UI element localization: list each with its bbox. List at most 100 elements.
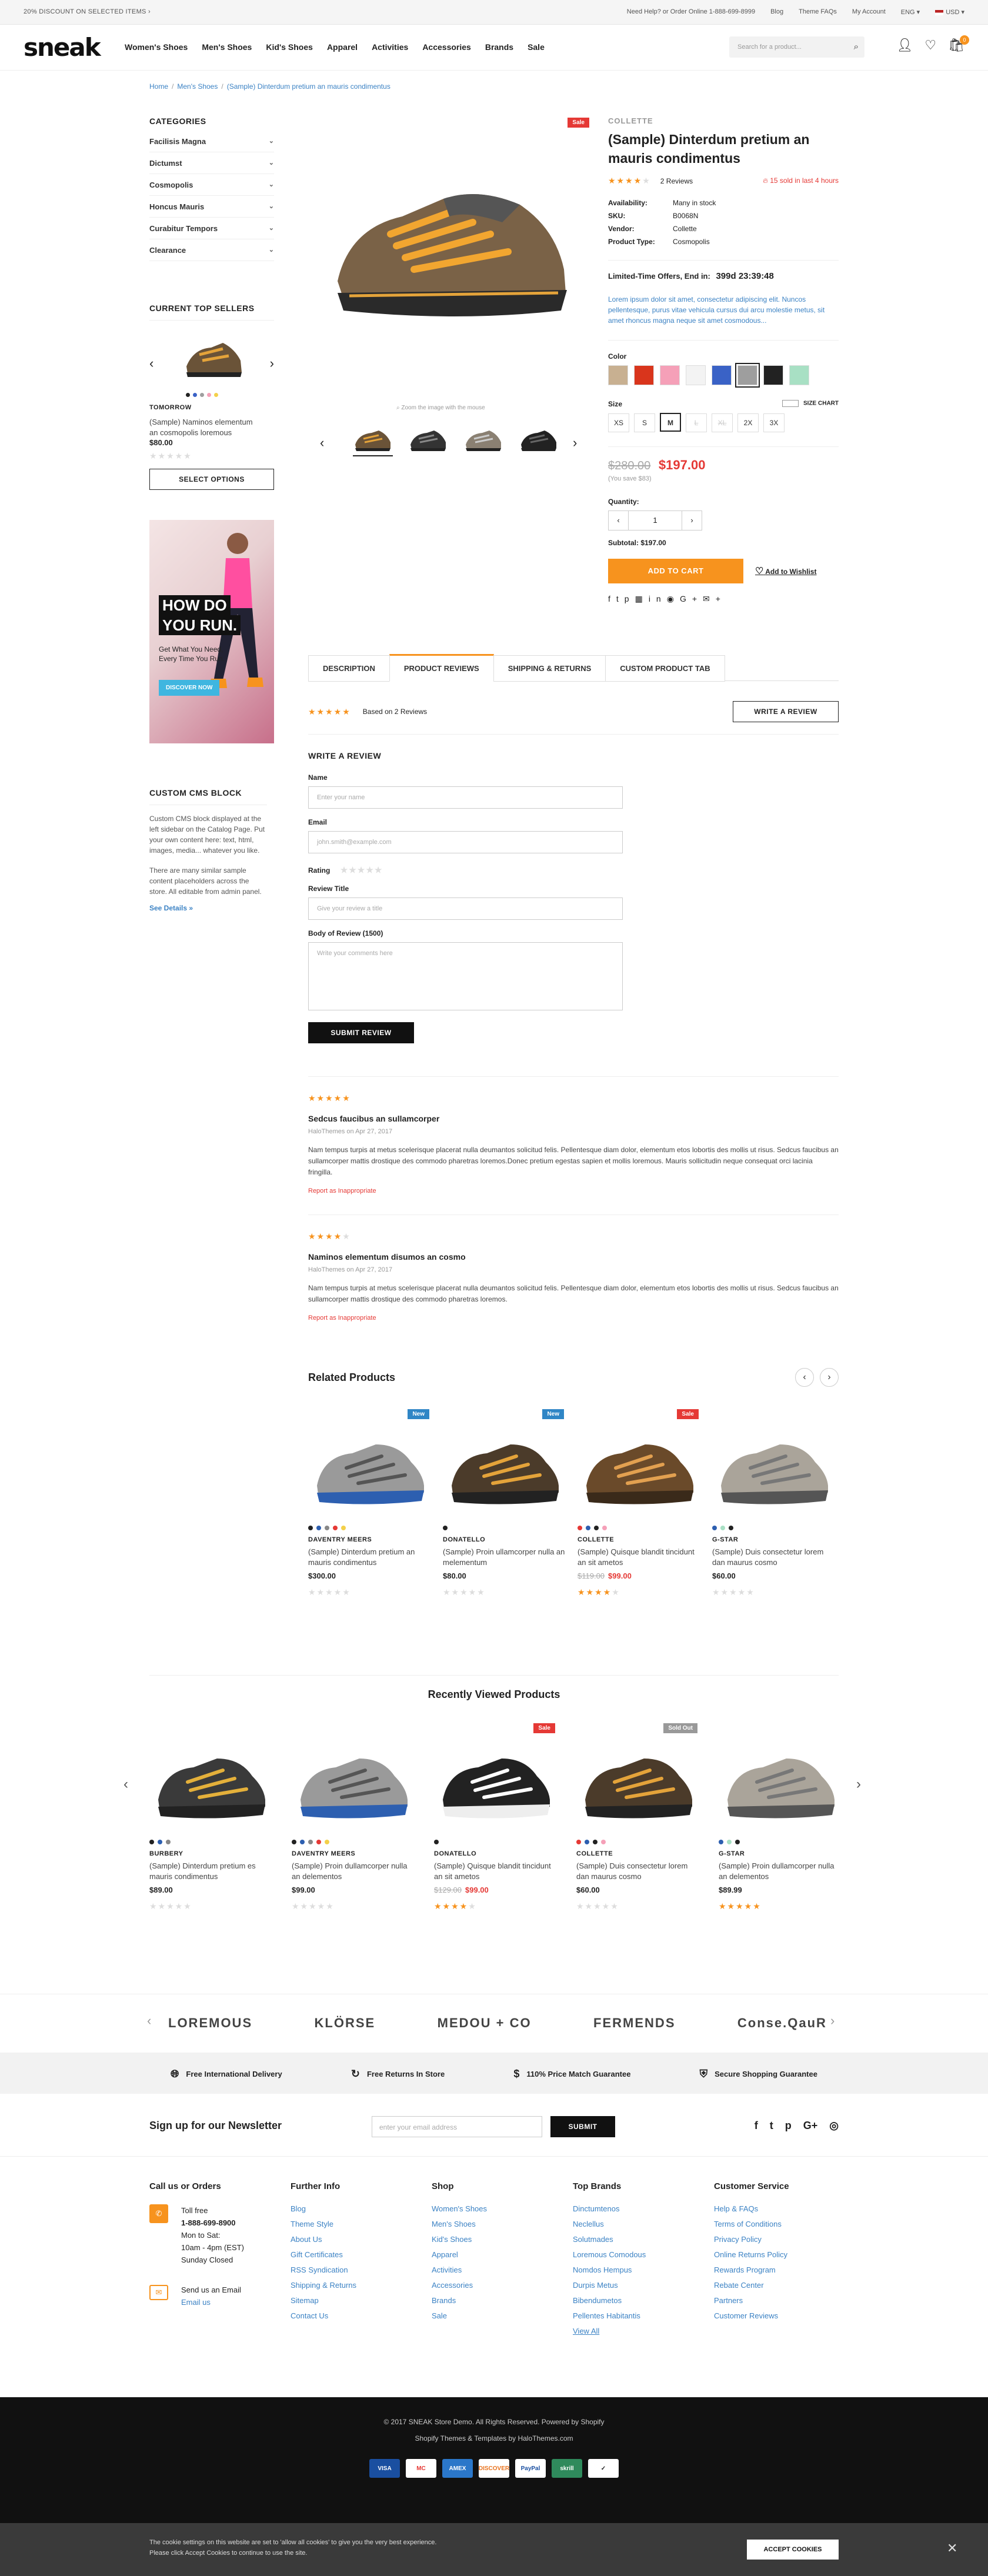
color-dot[interactable] <box>316 1840 321 1844</box>
footer-link[interactable]: Sitemap <box>291 2296 408 2305</box>
language-select[interactable]: ENG ▾ <box>901 8 920 16</box>
chevron-down-icon[interactable]: ⌄ <box>269 159 274 168</box>
category-item[interactable]: Cosmopolis ⌄ <box>149 174 274 196</box>
product-name[interactable]: (Sample) Dinterdum pretium an mauris con… <box>308 1547 432 1568</box>
color-dot[interactable] <box>308 1526 313 1530</box>
product-name[interactable]: (Sample) Proin dullamcorper nulla an del… <box>719 1861 842 1882</box>
size-option[interactable]: M <box>660 413 681 432</box>
select-options-button[interactable]: SELECT OPTIONS <box>149 469 274 490</box>
footer-link[interactable]: Partners <box>714 2296 832 2305</box>
nav-item-accessories[interactable]: Accessories <box>422 42 471 52</box>
footer-link[interactable]: Pellentes Habitantis <box>573 2311 690 2320</box>
chevron-right-icon[interactable]: › <box>830 2013 835 2028</box>
chevron-right-icon[interactable]: › <box>856 1776 861 1793</box>
discover-now-button[interactable]: DISCOVER NOW <box>159 680 220 696</box>
newsletter-submit-button[interactable]: SUBMIT <box>550 2116 615 2137</box>
rating-input[interactable]: ★★★★★ <box>341 865 383 875</box>
brand-logo[interactable]: Conse.QauR <box>737 2016 827 2031</box>
color-dot[interactable] <box>712 1526 717 1530</box>
thumbnail[interactable] <box>353 427 393 456</box>
chevron-left-icon[interactable]: ‹ <box>795 1368 814 1387</box>
footer-link[interactable]: Women's Shoes <box>432 2204 549 2213</box>
footer-link[interactable]: Shipping & Returns <box>291 2281 408 2290</box>
footer-link[interactable]: Dinctumtenos <box>573 2204 690 2213</box>
heart-icon[interactable]: ♡ <box>924 38 936 53</box>
product-image[interactable]: New <box>308 1409 432 1521</box>
chevron-left-icon[interactable]: ‹ <box>124 1776 128 1793</box>
search-input[interactable]: Search for a product... ⌕ <box>729 36 864 58</box>
googleplus-icon[interactable]: G+ <box>680 594 703 603</box>
color-swatch[interactable] <box>789 365 809 385</box>
color-dot[interactable] <box>434 1840 439 1844</box>
increase-icon[interactable]: › <box>682 511 702 530</box>
promo-banner[interactable]: HOW DO YOU RUN. Get What You Need, Every… <box>149 520 274 743</box>
product-image[interactable]: Sale <box>434 1723 558 1835</box>
report-link[interactable]: Report as Inappropriate <box>308 1187 839 1194</box>
thumb-prev-icon[interactable]: ‹ <box>320 435 324 451</box>
footer-link[interactable]: Loremous Comodous <box>573 2250 690 2259</box>
chevron-down-icon[interactable]: ⌄ <box>269 181 274 189</box>
color-dot[interactable] <box>341 1526 346 1530</box>
pinterest-icon[interactable]: p <box>625 594 635 603</box>
nav-item-activities[interactable]: Activities <box>372 42 408 52</box>
product-card[interactable]: Sale COLLETTE (Sample) Quisque blandit tin… <box>578 1409 701 1597</box>
size-option[interactable]: 3X <box>763 413 785 432</box>
phone-number[interactable]: 1-888-699-8900 <box>181 2217 267 2229</box>
account-link[interactable]: My Account <box>852 8 886 16</box>
accept-cookies-button[interactable]: ACCEPT COOKIES <box>747 2540 839 2560</box>
reviews-link[interactable]: 2 Reviews <box>660 177 693 185</box>
color-dot[interactable] <box>325 1526 329 1530</box>
category-item[interactable]: Curabitur Tempors ⌄ <box>149 218 274 239</box>
color-swatch[interactable] <box>608 365 628 385</box>
facebook-icon[interactable]: f <box>608 594 616 603</box>
chevron-right-icon[interactable]: › <box>820 1368 839 1387</box>
promo-text[interactable]: 20% DISCOUNT ON SELECTED ITEMS › <box>24 8 151 15</box>
color-dot[interactable] <box>325 1840 329 1844</box>
brand-logo[interactable]: LOREMOUS <box>168 2016 252 2031</box>
footer-link[interactable]: Nomdos Hempus <box>573 2265 690 2274</box>
color-swatch[interactable] <box>712 365 732 385</box>
product-card[interactable]: New DAVENTRY MEERS (Sample) Dinterdum pret… <box>308 1409 432 1597</box>
tab-product-reviews[interactable]: PRODUCT REVIEWS <box>389 654 494 682</box>
thumbnail[interactable] <box>463 427 503 456</box>
review-body-input[interactable]: Write your comments here <box>308 942 623 1010</box>
size-option[interactable]: 2X <box>737 413 759 432</box>
color-dot[interactable] <box>601 1840 606 1844</box>
color-dot[interactable] <box>719 1840 723 1844</box>
product-name[interactable]: (Sample) Quisque blandit tincidunt an si… <box>434 1861 558 1882</box>
plus-icon[interactable]: + <box>716 594 726 603</box>
nav-item-apparel[interactable]: Apparel <box>327 42 358 52</box>
footer-link[interactable]: Accessories <box>432 2281 549 2290</box>
footer-link[interactable]: View All <box>573 2327 690 2335</box>
size-option[interactable]: S <box>634 413 655 432</box>
facebook-icon[interactable]: f <box>755 2120 758 2132</box>
quantity-stepper[interactable]: ‹ 1 › <box>608 510 702 530</box>
size-chart-link[interactable]: SIZE CHART <box>782 400 839 407</box>
credit[interactable]: Shopify Themes & Templates by HaloThemes… <box>0 2434 988 2442</box>
blog-link[interactable]: Blog <box>770 8 783 16</box>
footer-link[interactable]: Contact Us <box>291 2311 408 2320</box>
color-dot[interactable] <box>735 1840 740 1844</box>
email-us-link[interactable]: Email us <box>181 2296 267 2308</box>
seller-name[interactable]: (Sample) Naminos elementum an cosmopolis… <box>149 417 255 438</box>
color-swatch[interactable] <box>686 365 706 385</box>
write-review-button[interactable]: WRITE A REVIEW <box>733 701 839 722</box>
color-swatch[interactable] <box>660 365 680 385</box>
size-option[interactable]: XS <box>608 413 629 432</box>
product-name[interactable]: (Sample) Quisque blandit tincidunt an si… <box>578 1547 701 1568</box>
product-image[interactable] <box>712 1409 836 1521</box>
color-dot[interactable] <box>576 1840 581 1844</box>
product-card[interactable]: BURBERY (Sample) Dinterdum pretium es mau… <box>149 1723 273 1911</box>
color-dot[interactable] <box>586 1526 590 1530</box>
report-link[interactable]: Report as Inappropriate <box>308 1314 839 1322</box>
product-name[interactable]: (Sample) Proin dullamcorper nulla an del… <box>292 1861 415 1882</box>
tab-description[interactable]: DESCRIPTION <box>308 655 390 682</box>
product-vendor-top[interactable]: COLLETTE <box>608 116 839 125</box>
footer-link[interactable]: Rebate Center <box>714 2281 832 2290</box>
color-dot[interactable] <box>166 1840 171 1844</box>
nav-item-women-s-shoes[interactable]: Women's Shoes <box>125 42 188 52</box>
color-dot[interactable] <box>727 1840 732 1844</box>
chevron-down-icon[interactable]: ⌄ <box>269 224 274 233</box>
review-title-input[interactable]: Give your review a title <box>308 897 623 920</box>
color-dot[interactable] <box>585 1840 589 1844</box>
